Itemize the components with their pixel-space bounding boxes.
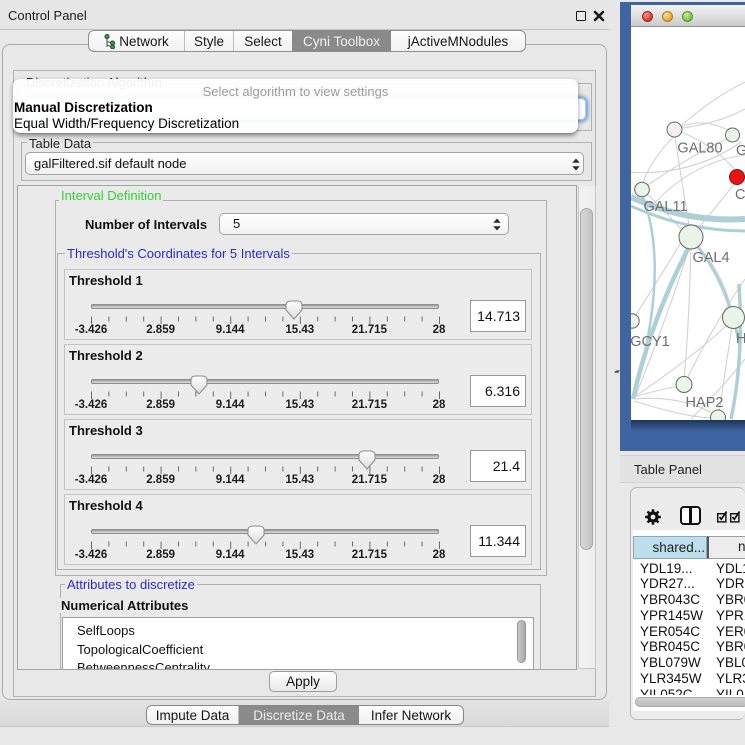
svg-text:GAL11: GAL11 xyxy=(643,199,687,215)
svg-text:C: C xyxy=(735,187,745,203)
svg-text:GAL4: GAL4 xyxy=(692,250,729,266)
svg-text:GCY1: GCY1 xyxy=(631,334,670,350)
svg-text:G...: G... xyxy=(736,143,745,159)
svg-text:GAL80: GAL80 xyxy=(677,141,722,157)
svg-text:H: H xyxy=(736,331,745,347)
svg-text:HAP2: HAP2 xyxy=(686,395,724,411)
